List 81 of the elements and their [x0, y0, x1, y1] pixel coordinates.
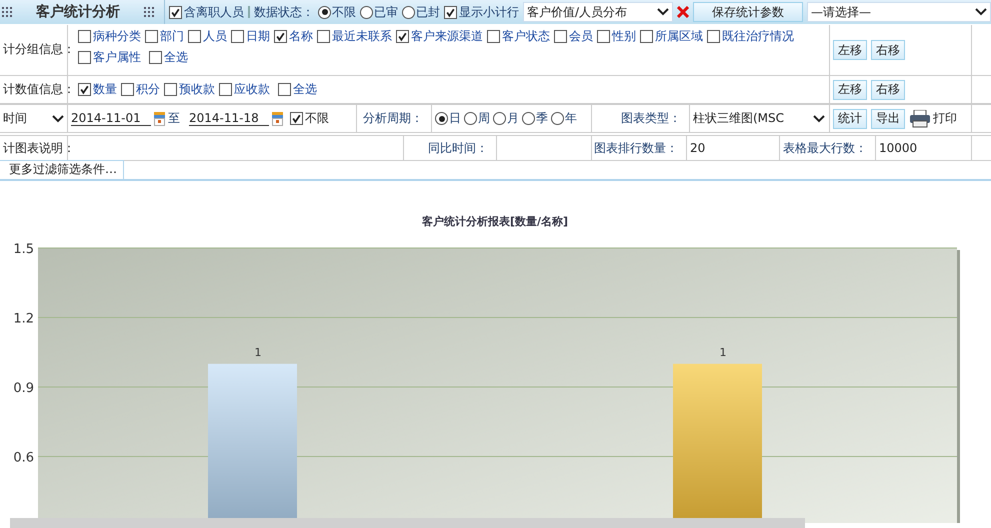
- option-checkbox[interactable]: 性别: [597, 28, 636, 45]
- save-params-button[interactable]: 保存统计参数: [693, 2, 803, 22]
- calendar-icon[interactable]: [272, 112, 283, 126]
- option-checkbox[interactable]: 客户来源渠道: [396, 28, 483, 45]
- option-checkbox[interactable]: 应收款: [219, 81, 270, 98]
- calendar-icon[interactable]: [154, 112, 165, 126]
- option-checkbox[interactable]: 预收款: [164, 81, 215, 98]
- period-radio[interactable]: 日: [435, 110, 461, 127]
- start-date-field[interactable]: 2014-11-01: [71, 111, 151, 126]
- rank-count-label: 图表排行数量：: [594, 140, 678, 156]
- checkmark-icon: [275, 31, 286, 42]
- period-label: 分析周期：: [363, 110, 423, 127]
- chevron-down-icon: [52, 114, 64, 122]
- chart-type-label: 图表类型：: [621, 110, 681, 127]
- option-checkbox[interactable]: 人员: [188, 28, 227, 45]
- option-checkbox[interactable]: 病种分类: [78, 28, 141, 45]
- y-tick-label: 0.6: [13, 450, 34, 466]
- period-radio[interactable]: 周: [464, 110, 490, 127]
- option-checkbox[interactable]: 数量: [78, 81, 117, 98]
- row-label: 计分组信息：: [3, 41, 75, 58]
- unlimited-checkbox[interactable]: 不限: [290, 110, 329, 127]
- checkmark-icon: [79, 84, 90, 95]
- y-tick-label: 0.9: [13, 381, 34, 396]
- close-icon[interactable]: [677, 6, 689, 18]
- page-title: 客户统计分析: [36, 3, 120, 21]
- option-checkbox[interactable]: 既往治疗情况: [707, 28, 794, 45]
- choose-select[interactable]: —请选择—: [807, 2, 991, 22]
- grip-icon: [2, 7, 12, 17]
- include-resigned-checkbox[interactable]: 含离职人员: [169, 4, 244, 20]
- checkmark-icon: [291, 113, 302, 124]
- grip-icon: [144, 7, 154, 17]
- time-field-select[interactable]: 时间: [3, 110, 64, 127]
- checkmark-icon: [170, 6, 181, 18]
- rank-count-value: 20: [690, 141, 706, 155]
- row-label: 计数值信息：: [3, 81, 75, 98]
- more-filters-link[interactable]: 更多过滤筛选条件…: [0, 160, 124, 179]
- option-checkbox[interactable]: 积分: [121, 81, 160, 98]
- option-checkbox[interactable]: 客户状态: [487, 28, 550, 45]
- option-checkbox[interactable]: 部门: [145, 28, 184, 45]
- status-radio[interactable]: 已审: [360, 4, 398, 20]
- data-label: 1: [720, 346, 726, 359]
- move-right-button[interactable]: 右移: [871, 80, 905, 100]
- checkmark-icon: [397, 31, 408, 42]
- chart-title: 客户统计分析报表[数量/名称]: [422, 215, 568, 228]
- option-checkbox[interactable]: 会员: [554, 28, 593, 45]
- chart-type-select[interactable]: 柱状三维图(MSC: [693, 110, 825, 127]
- move-left-button[interactable]: 左移: [833, 80, 867, 100]
- max-rows-label: 表格最大行数：: [783, 140, 867, 156]
- export-button[interactable]: 导出: [871, 108, 905, 128]
- checkmark-icon: [445, 6, 456, 18]
- statistics-button[interactable]: 统计: [833, 108, 867, 128]
- option-checkbox[interactable]: 客户属性: [78, 49, 141, 66]
- yoy-time-label: 同比时间：: [428, 140, 488, 156]
- period-radio[interactable]: 季: [522, 110, 548, 127]
- end-date-field[interactable]: 2014-11-18: [189, 111, 269, 126]
- chevron-down-icon: [813, 114, 825, 122]
- to-label: 至: [168, 110, 180, 127]
- status-label: 数据状态：: [254, 4, 314, 20]
- data-label: 1: [254, 346, 262, 359]
- option-checkbox[interactable]: 最近未联系: [317, 28, 392, 45]
- template-select[interactable]: 客户价值/人员分布: [523, 2, 673, 22]
- status-radio[interactable]: 已封: [402, 4, 440, 20]
- chevron-down-icon: [975, 8, 987, 16]
- period-radio[interactable]: 年: [551, 110, 577, 127]
- select-all-checkbox[interactable]: 全选: [149, 49, 188, 66]
- show-subtotal-checkbox[interactable]: 显示小计行: [444, 4, 519, 20]
- option-checkbox[interactable]: 日期: [231, 28, 270, 45]
- option-checkbox[interactable]: 所属区域: [640, 28, 703, 45]
- option-checkbox[interactable]: 名称: [274, 28, 313, 45]
- period-radio[interactable]: 月: [493, 110, 519, 127]
- horizontal-scrollbar[interactable]: [10, 518, 805, 528]
- move-left-button[interactable]: 左移: [833, 40, 867, 60]
- row-label: 计图表说明：: [3, 140, 75, 156]
- move-right-button[interactable]: 右移: [871, 40, 905, 60]
- status-radio[interactable]: 不限: [318, 4, 356, 20]
- print-button[interactable]: 打印: [909, 110, 957, 128]
- max-rows-value: 10000: [879, 141, 918, 155]
- select-all-checkbox[interactable]: 全选: [278, 81, 317, 98]
- y-tick-label: 1.5: [13, 242, 34, 257]
- chevron-down-icon: [657, 8, 669, 16]
- y-tick-label: 1.2: [13, 312, 34, 326]
